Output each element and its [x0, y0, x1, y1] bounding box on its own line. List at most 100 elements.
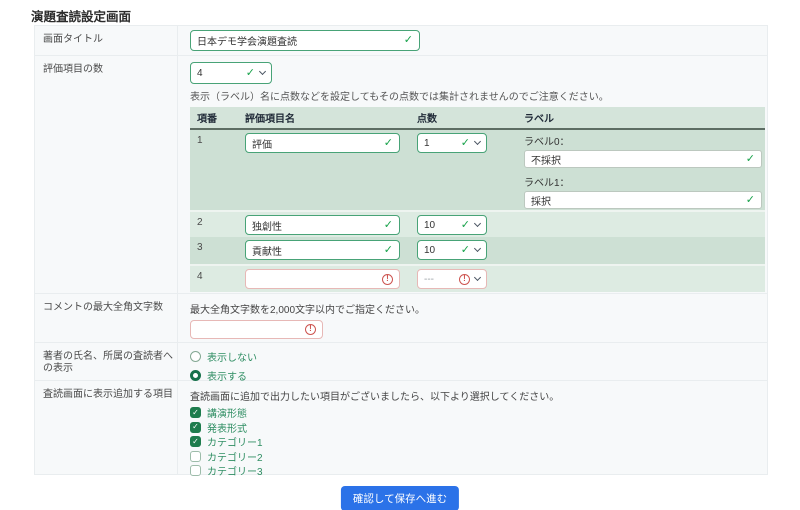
- checkbox-label: カテゴリー3: [207, 463, 263, 478]
- settings-form-table: 画面タイトル 日本デモ学会演題査読 ✓ 評価項目の数 4 ✓ 表示（ラベル）名に…: [34, 25, 768, 475]
- checkbox-label: 発表形式: [207, 420, 247, 435]
- row-number: 4: [190, 266, 245, 282]
- error-icon: !: [382, 274, 393, 285]
- table-row: 4 ! --- !: [190, 264, 765, 292]
- evaluation-items-table: 項番 評価項目名 点数 ラベル 1 評価 ✓: [190, 107, 765, 292]
- additional-items-value-cell: 査読画面に追加で出力したい項目がございましたら、以下より選択してください。 講演…: [177, 381, 767, 474]
- item-score-value: ---: [424, 274, 459, 285]
- table-row: 3 貢献性 ✓ 10 ✓: [190, 237, 765, 264]
- checkbox-icon[interactable]: [190, 465, 201, 476]
- page-title: 演題査読設定画面: [31, 6, 131, 25]
- screen-title-input[interactable]: 日本デモ学会演題査読 ✓: [190, 30, 420, 51]
- item-score-select[interactable]: 10 ✓: [417, 215, 487, 235]
- item-name-value: 貢献性: [252, 243, 384, 258]
- radio-icon[interactable]: [190, 370, 201, 381]
- additional-items-label: 査読画面に表示追加する項目: [35, 381, 177, 474]
- row-number: 3: [190, 237, 245, 253]
- checkbox-option[interactable]: カテゴリー2: [190, 451, 767, 462]
- row-screen-title: 画面タイトル 日本デモ学会演題査読 ✓: [35, 26, 767, 56]
- checkbox-option[interactable]: 講演形態: [190, 407, 767, 418]
- label1-caption: ラベル1：: [524, 174, 765, 189]
- checkbox-option[interactable]: カテゴリー1: [190, 436, 767, 447]
- error-icon: !: [305, 324, 316, 335]
- item-score-value: 10: [424, 220, 461, 231]
- header-label: ラベル: [510, 110, 765, 125]
- author-display-value-cell: 表示しない 表示する: [177, 343, 767, 380]
- checkbox-label: カテゴリー2: [207, 449, 263, 464]
- row-additional-items: 査読画面に表示追加する項目 査読画面に追加で出力したい項目がございましたら、以下…: [35, 381, 767, 474]
- radio-label: 表示しない: [207, 349, 257, 364]
- valid-check-icon: ✓: [384, 138, 393, 149]
- table-row: 1 評価 ✓ 1 ✓: [190, 130, 765, 210]
- item-score-select[interactable]: 1 ✓: [417, 133, 487, 153]
- header-no: 項番: [190, 110, 245, 125]
- item-score-value: 1: [424, 138, 461, 149]
- item-score-value: 10: [424, 245, 461, 256]
- radio-icon[interactable]: [190, 351, 201, 362]
- checkbox-label: カテゴリー1: [207, 434, 263, 449]
- item-count-value-cell: 4 ✓ 表示（ラベル）名に点数などを設定してもその点数では集計されませんのでご注…: [177, 56, 767, 293]
- screen-title-input-value: 日本デモ学会演題査読: [197, 33, 404, 48]
- checkbox-icon[interactable]: [190, 407, 201, 418]
- chevron-down-icon: [474, 138, 481, 145]
- valid-check-icon: ✓: [461, 220, 470, 231]
- chevron-down-icon: [259, 68, 266, 75]
- checkbox-icon[interactable]: [190, 422, 201, 433]
- item-count-select-value: 4: [197, 68, 246, 79]
- valid-check-icon: ✓: [746, 154, 755, 165]
- item-name-value: 独創性: [252, 218, 384, 233]
- item-count-note: 表示（ラベル）名に点数などを設定してもその点数では集計されませんのでご注意くださ…: [190, 88, 767, 103]
- item-count-select[interactable]: 4 ✓: [190, 62, 272, 84]
- valid-check-icon: ✓: [384, 245, 393, 256]
- valid-check-icon: ✓: [246, 68, 255, 79]
- label0-caption: ラベル0：: [524, 133, 765, 148]
- comment-max-instruction: 最大全角文字数を2,000文字以内でご指定ください。: [190, 301, 767, 316]
- label1-input[interactable]: 採択 ✓: [524, 191, 762, 209]
- screen-title-value-cell: 日本デモ学会演題査読 ✓: [177, 26, 767, 55]
- row-author-display: 著者の氏名、所属の査読者への表示 表示しない 表示する: [35, 343, 767, 381]
- valid-check-icon: ✓: [384, 220, 393, 231]
- checkbox-option[interactable]: 発表形式: [190, 422, 767, 433]
- valid-check-icon: ✓: [461, 138, 470, 149]
- item-name-input[interactable]: !: [245, 269, 400, 289]
- valid-check-icon: ✓: [461, 245, 470, 256]
- header-score: 点数: [417, 110, 510, 125]
- row-number: 2: [190, 212, 245, 228]
- valid-check-icon: ✓: [746, 195, 755, 206]
- additional-items-instruction: 査読画面に追加で出力したい項目がございましたら、以下より選択してください。: [190, 388, 767, 403]
- table-row: 2 独創性 ✓ 10 ✓: [190, 210, 765, 237]
- row-number: 1: [190, 130, 245, 146]
- item-score-select[interactable]: 10 ✓: [417, 240, 487, 260]
- checkbox-icon[interactable]: [190, 436, 201, 447]
- checkbox-icon[interactable]: [190, 451, 201, 462]
- comment-max-value-cell: 最大全角文字数を2,000文字以内でご指定ください。 !: [177, 294, 767, 342]
- label1-value: 採択: [531, 193, 746, 208]
- label0-value: 不採択: [531, 152, 746, 167]
- item-name-value: 評価: [252, 136, 384, 151]
- author-display-label: 著者の氏名、所属の査読者への表示: [35, 343, 177, 380]
- item-name-input[interactable]: 評価 ✓: [245, 133, 400, 153]
- item-name-input[interactable]: 独創性 ✓: [245, 215, 400, 235]
- valid-check-icon: ✓: [404, 35, 413, 46]
- header-name: 評価項目名: [245, 110, 417, 125]
- item-score-select[interactable]: --- !: [417, 269, 487, 289]
- radio-option-hide[interactable]: 表示しない: [190, 349, 767, 364]
- label0-input[interactable]: 不採択 ✓: [524, 150, 762, 168]
- comment-max-label: コメントの最大全角文字数: [35, 294, 177, 342]
- chevron-down-icon: [474, 220, 481, 227]
- checkbox-option[interactable]: カテゴリー3: [190, 465, 767, 476]
- checkbox-label: 講演形態: [207, 405, 247, 420]
- screen-title-label: 画面タイトル: [35, 26, 177, 55]
- row-comment-max: コメントの最大全角文字数 最大全角文字数を2,000文字以内でご指定ください。 …: [35, 294, 767, 343]
- item-name-input[interactable]: 貢献性 ✓: [245, 240, 400, 260]
- chevron-down-icon: [474, 274, 481, 281]
- item-count-label: 評価項目の数: [35, 56, 177, 293]
- confirm-save-button[interactable]: 確認して保存へ進む: [341, 486, 459, 510]
- chevron-down-icon: [474, 245, 481, 252]
- comment-max-input[interactable]: !: [190, 320, 323, 339]
- additional-items-list: 講演形態 発表形式 カテゴリー1 カテゴリー2: [190, 407, 767, 476]
- error-icon: !: [459, 274, 470, 285]
- review-settings-page: 演題査読設定画面 画面タイトル 日本デモ学会演題査読 ✓ 評価項目の数 4 ✓ …: [0, 0, 800, 510]
- items-table-header: 項番 評価項目名 点数 ラベル: [190, 107, 765, 130]
- row-item-count: 評価項目の数 4 ✓ 表示（ラベル）名に点数などを設定してもその点数では集計され…: [35, 56, 767, 294]
